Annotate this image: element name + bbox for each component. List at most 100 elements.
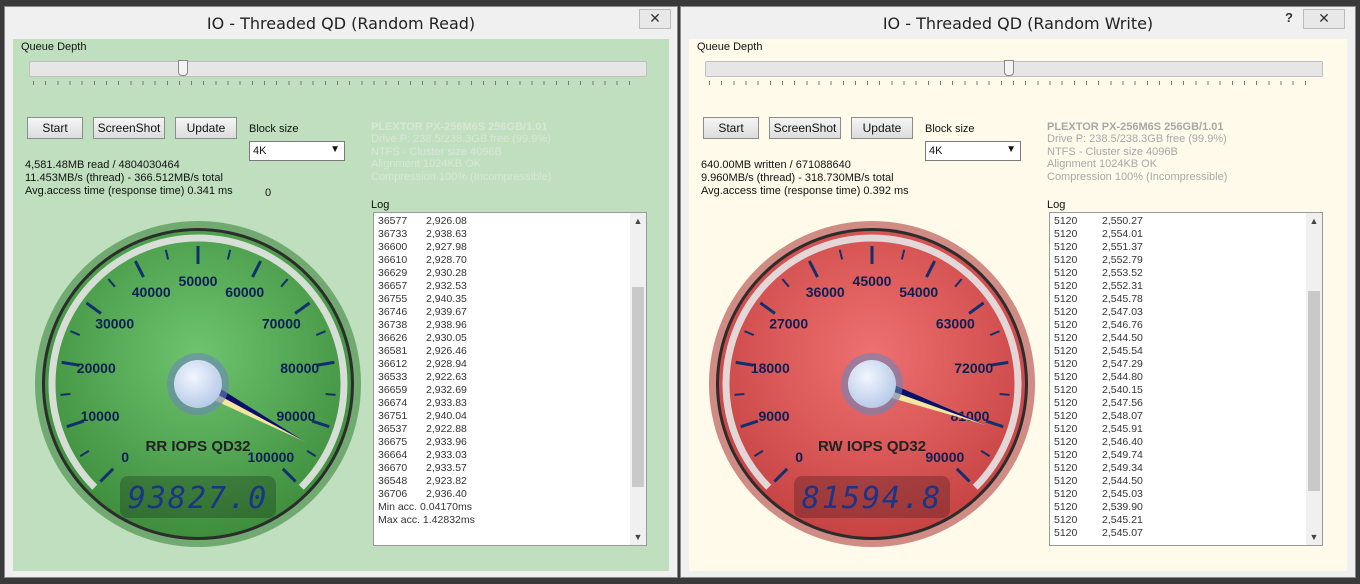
log-ops: 5120 <box>1054 280 1078 292</box>
start-button[interactable]: Start <box>703 117 759 139</box>
close-button[interactable]: ✕ <box>639 9 671 29</box>
log-ops: 36581 <box>378 345 408 357</box>
log-ops: 36751 <box>378 410 408 422</box>
block-size-select[interactable]: 4K ▼ <box>925 141 1021 161</box>
log-rate: 2,544.50 <box>1102 332 1143 344</box>
gauge-tick-label: 60000 <box>225 284 264 300</box>
log-rate: 2,550.27 <box>1102 215 1143 227</box>
chevron-down-icon: ▼ <box>330 144 340 155</box>
device-line-2: NTFS - Cluster size 4096B <box>371 145 502 158</box>
log-ops: 36659 <box>378 384 408 396</box>
log-row: 36577 2,926.08 <box>378 215 475 228</box>
slider-thumb[interactable] <box>1004 60 1014 76</box>
gauge-tick-label: 80000 <box>280 360 319 376</box>
log-footer: Min acc. 0.04170ms <box>378 501 472 513</box>
log-ops: 5120 <box>1054 215 1078 227</box>
log-rate: 2,928.94 <box>426 358 467 370</box>
log-ops: 5120 <box>1054 527 1078 539</box>
log-rate: 2,927.98 <box>426 241 467 253</box>
log-rate: 2,552.79 <box>1102 254 1143 266</box>
screenshot-button[interactable]: ScreenShot <box>93 117 165 139</box>
log-rate: 2,923.82 <box>426 475 467 487</box>
log-ops: 5120 <box>1054 345 1078 357</box>
scroll-down-icon[interactable]: ▼ <box>1306 529 1322 545</box>
gauge-tick <box>999 393 1010 396</box>
block-size-select[interactable]: 4K ▼ <box>249 141 345 161</box>
log-ops: 5120 <box>1054 228 1078 240</box>
log-ops: 5120 <box>1054 449 1078 461</box>
log-ops: 36746 <box>378 306 408 318</box>
block-size-label: Block size <box>925 123 975 135</box>
log-ops: 36670 <box>378 462 408 474</box>
log-row: 5120 2,545.07 <box>1054 527 1143 540</box>
queue-depth-slider[interactable] <box>705 60 1323 77</box>
gauge-tick-label: 100000 <box>247 449 294 465</box>
log-ops: 36675 <box>378 436 408 448</box>
scroll-down-icon[interactable]: ▼ <box>630 529 646 545</box>
gauge-tick-label: 40000 <box>132 284 171 300</box>
device-line-3: Alignment 1024KB OK <box>371 158 482 171</box>
log-row: 36746 2,939.67 <box>378 306 475 319</box>
log-rate: 2,539.90 <box>1102 501 1143 513</box>
log-row: 36657 2,932.53 <box>378 280 475 293</box>
random-write-window: IO - Threaded QD (Random Write) ? ✕ Queu… <box>680 6 1356 578</box>
help-button[interactable]: ? <box>1285 10 1293 25</box>
log-rate: 2,940.04 <box>426 410 467 422</box>
queue-depth-label: Queue Depth <box>697 41 763 53</box>
log-ops: 36755 <box>378 293 408 305</box>
log-row: 36733 2,938.63 <box>378 228 475 241</box>
log-scrollbar[interactable]: ▲ ▼ <box>1306 213 1322 545</box>
log-row: 36755 2,940.35 <box>378 293 475 306</box>
log-rate: 2,545.03 <box>1102 488 1143 500</box>
log-list[interactable]: 5120 2,550.27 5120 2,554.01 5120 2,551.37 5120… <box>1049 212 1323 546</box>
log-ops: 36548 <box>378 475 408 487</box>
log-lines: 36577 2,926.08 36733 2,938.63 36600 2,927.98 3… <box>378 215 475 527</box>
random-read-window: IO - Threaded QD (Random Read) ✕ Queue D… <box>4 6 678 578</box>
scroll-up-icon[interactable]: ▲ <box>630 213 646 229</box>
gauge-tick <box>325 393 336 396</box>
device-line-3: Alignment 1024KB OK <box>1047 158 1158 171</box>
block-size-label: Block size <box>249 123 299 135</box>
log-rate: 2,540.15 <box>1102 384 1143 396</box>
log-scrollbar[interactable]: ▲ ▼ <box>630 213 646 545</box>
screenshot-button[interactable]: ScreenShot <box>769 117 841 139</box>
log-row: 5120 2,547.03 <box>1054 306 1143 319</box>
log-label: Log <box>371 199 390 211</box>
gauge-tick-label: 30000 <box>95 315 134 331</box>
scroll-thumb[interactable] <box>632 287 644 487</box>
log-ops: 5120 <box>1054 254 1078 266</box>
start-button[interactable]: Start <box>27 117 83 139</box>
update-button[interactable]: Update <box>851 117 913 139</box>
log-row: 5120 2,551.37 <box>1054 241 1143 254</box>
chevron-down-icon: ▼ <box>1006 144 1016 155</box>
scroll-thumb[interactable] <box>1308 291 1320 491</box>
client-area: Queue Depth Start ScreenShot Update Bloc… <box>13 39 669 571</box>
gauge-digital-display: 93827.0 <box>128 481 268 516</box>
device-info: PLEXTOR PX-256M6S 256GB/1.01 Drive P: 23… <box>1047 121 1227 183</box>
stats-zero: 0 <box>265 187 272 199</box>
gauge-tick-label: 45000 <box>853 273 892 289</box>
gauge-tick-label: 63000 <box>936 315 975 331</box>
log-rate: 2,922.88 <box>426 423 467 435</box>
log-ops: 5120 <box>1054 306 1078 318</box>
close-button[interactable]: ✕ <box>1303 9 1345 29</box>
iops-gauge: 0 10000 20000 30000 40000 50000 60000 70000 8000… <box>35 221 361 547</box>
log-row: 5120 2,549.34 <box>1054 462 1143 475</box>
log-row: 36664 2,933.03 <box>378 449 475 462</box>
scroll-up-icon[interactable]: ▲ <box>1306 213 1322 229</box>
update-button[interactable]: Update <box>175 117 237 139</box>
log-row: 5120 2,553.52 <box>1054 267 1143 280</box>
log-ops: 36738 <box>378 319 408 331</box>
log-rate: 2,926.08 <box>426 215 467 227</box>
slider-thumb[interactable] <box>178 60 188 76</box>
stats-line-3: Avg.access time (response time) 0.392 ms <box>701 185 909 197</box>
log-rate: 2,922.63 <box>426 371 467 383</box>
log-list[interactable]: 36577 2,926.08 36733 2,938.63 36600 2,927.98 3… <box>373 212 647 546</box>
block-size-value: 4K <box>253 145 267 157</box>
stats-line-2: 11.453MB/s (thread) - 366.512MB/s total <box>25 172 223 184</box>
log-ops: 36610 <box>378 254 408 266</box>
stats-line-1: 4,581.48MB read / 4804030464 <box>25 159 180 171</box>
queue-depth-slider[interactable] <box>29 60 647 77</box>
log-ops: 5120 <box>1054 462 1078 474</box>
log-rate: 2,938.63 <box>426 228 467 240</box>
